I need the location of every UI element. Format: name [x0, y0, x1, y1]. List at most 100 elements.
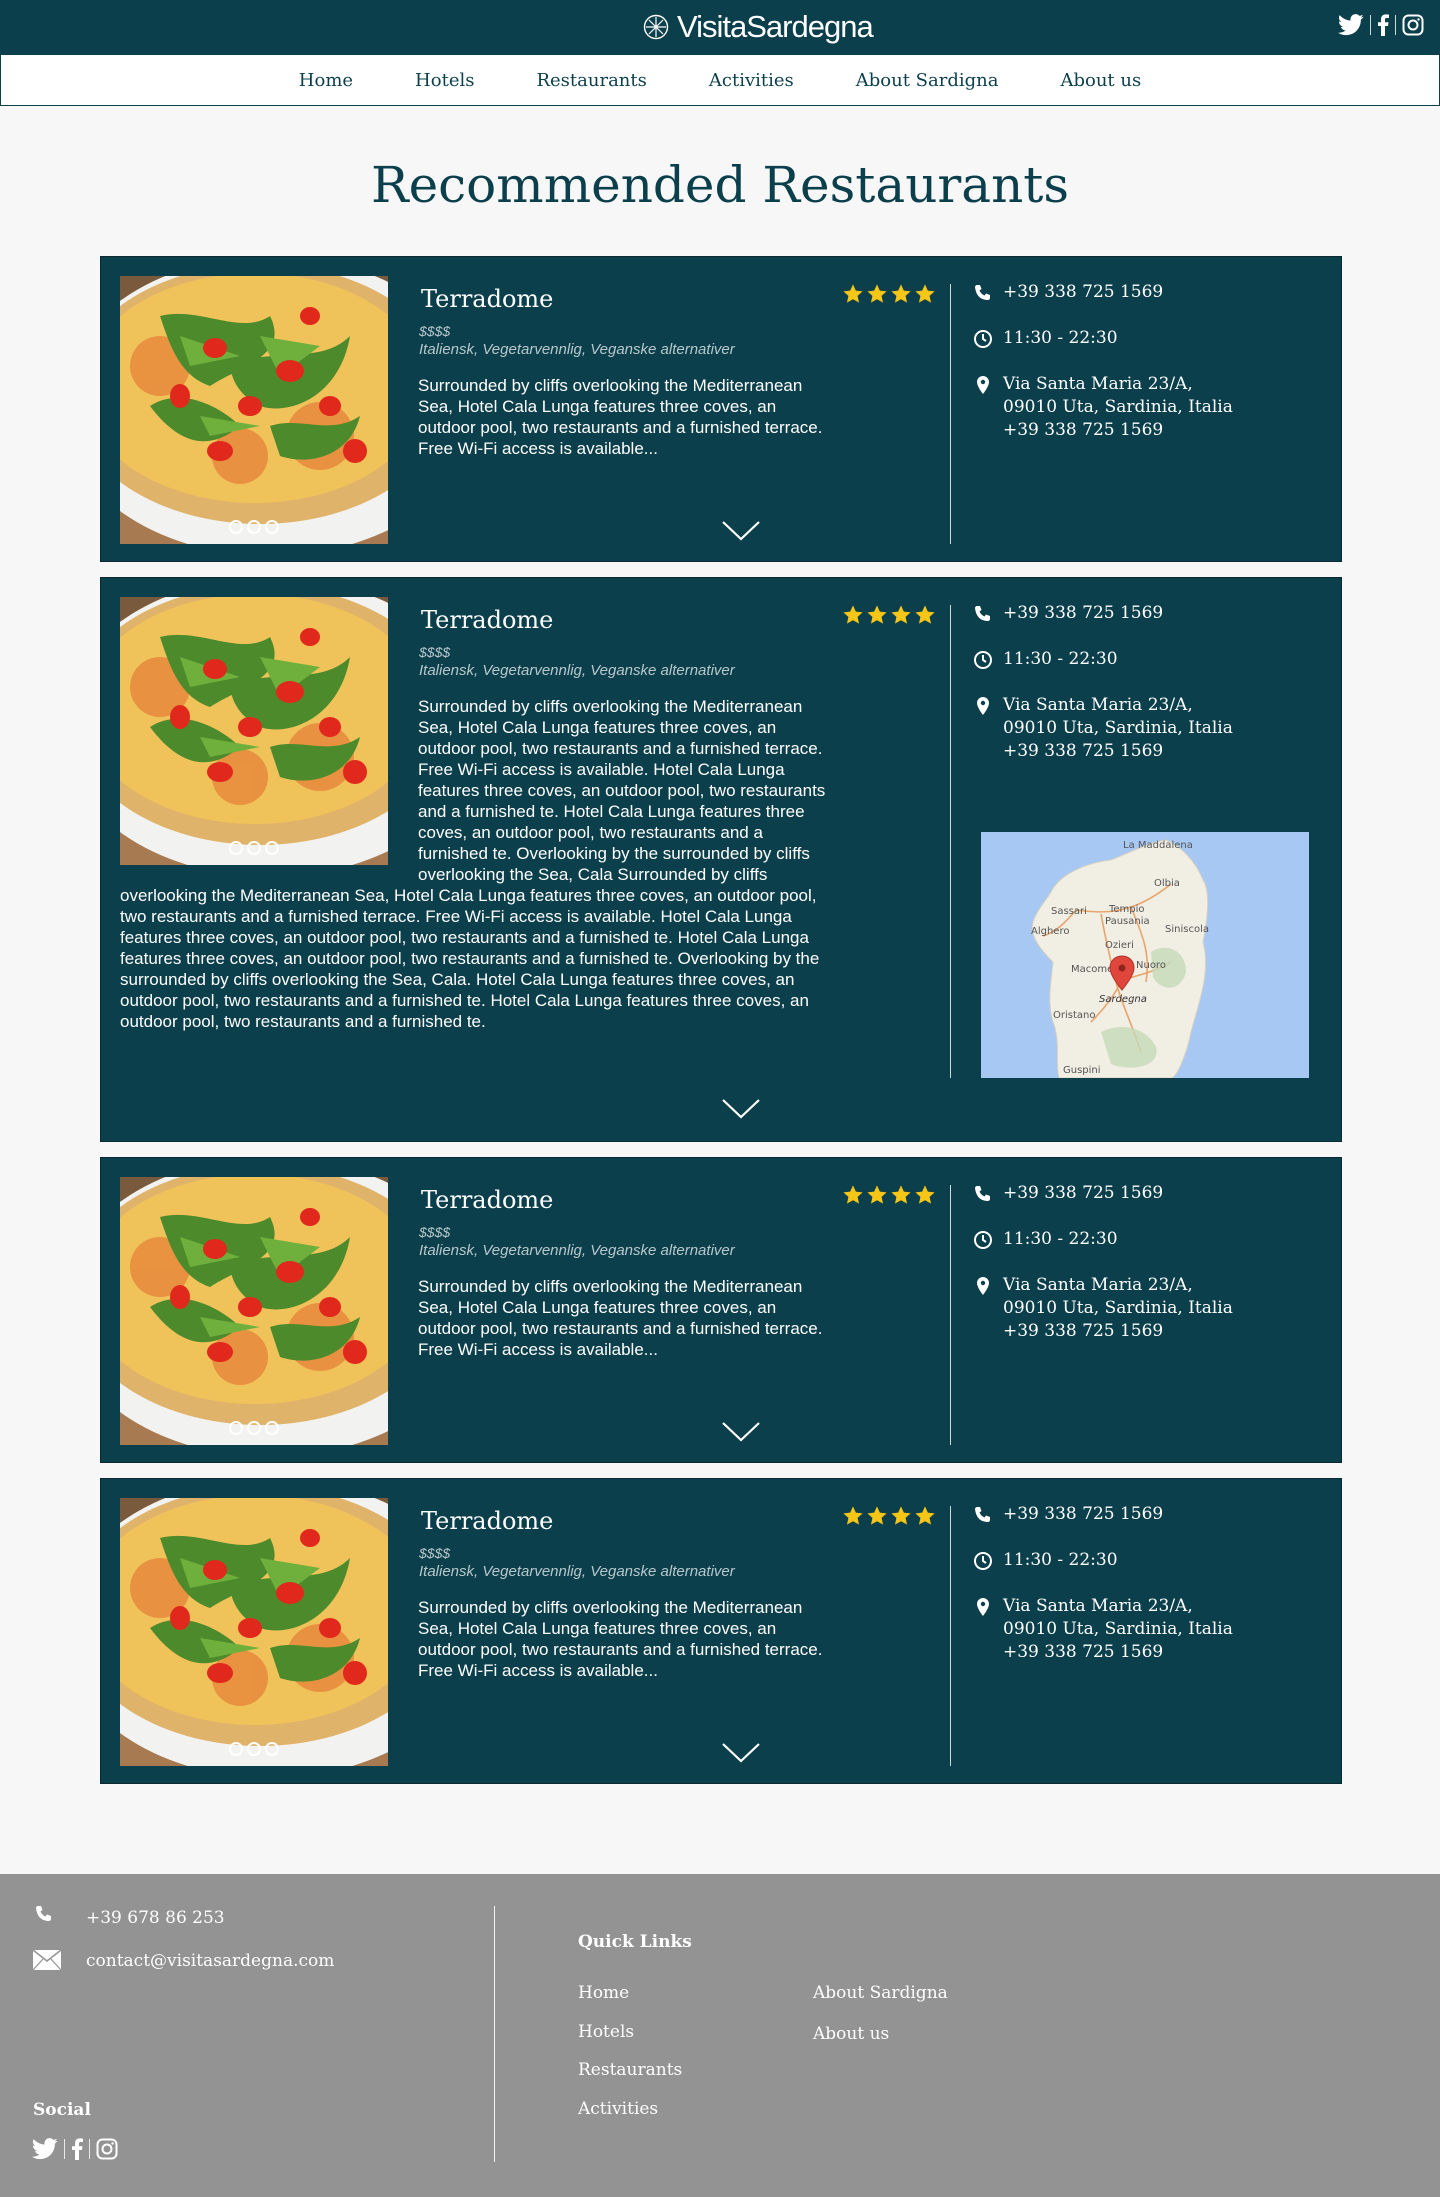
- star-icon: [867, 284, 887, 303]
- address-line-2: 09010 Uta, Sardinia, Italia: [1003, 397, 1233, 417]
- map-pin-icon: [977, 1598, 989, 1616]
- star-icon: [891, 605, 911, 624]
- phone-number[interactable]: +39 338 725 1569: [1003, 602, 1163, 625]
- star-icon: [843, 605, 863, 624]
- restaurant-photo[interactable]: [120, 276, 388, 544]
- expand-chevron-icon[interactable]: [721, 1742, 761, 1764]
- restaurant-photo[interactable]: [120, 1177, 388, 1445]
- carousel-dot[interactable]: [265, 1742, 279, 1756]
- map-label: Siniscola: [1165, 924, 1209, 935]
- carousel-dot[interactable]: [247, 520, 261, 534]
- pizza-image: [120, 1177, 388, 1445]
- carousel-dots: [120, 520, 388, 534]
- restaurant-name[interactable]: Terradome: [421, 1186, 553, 1214]
- instagram-icon[interactable]: [1402, 14, 1424, 36]
- carousel-dot[interactable]: [229, 1742, 243, 1756]
- facebook-icon[interactable]: [1377, 14, 1389, 36]
- address-line-1: Via Santa Maria 23/A,: [1003, 1596, 1193, 1616]
- footer-link-activities[interactable]: Activities: [578, 2099, 658, 2119]
- address-line-1: Via Santa Maria 23/A,: [1003, 695, 1193, 715]
- phone-icon: [975, 1507, 990, 1522]
- address-line-2: 09010 Uta, Sardinia, Italia: [1003, 1619, 1233, 1639]
- footer-phone[interactable]: +39 678 86 253: [86, 1908, 225, 1928]
- carousel-dot[interactable]: [247, 1742, 261, 1756]
- nav-about-sardigna[interactable]: About Sardigna: [856, 70, 999, 91]
- restaurant-card: Terradome $$$$ Italiensk, Vegetarvennlig…: [100, 1478, 1342, 1784]
- address-line-1: Via Santa Maria 23/A,: [1003, 1275, 1193, 1295]
- phone-number[interactable]: +39 338 725 1569: [1003, 1182, 1163, 1205]
- price-level: $$$$: [419, 1545, 451, 1561]
- map-pin-icon: [977, 697, 989, 715]
- map-label: Sassari: [1051, 906, 1087, 917]
- divider: [950, 605, 951, 1078]
- location-map[interactable]: La Maddalena Olbia Sassari Tempio Pausan…: [981, 832, 1309, 1078]
- divider: [950, 284, 951, 544]
- clock-icon: [974, 1231, 992, 1249]
- instagram-icon[interactable]: [96, 2138, 118, 2160]
- site-logo[interactable]: VisitaSardegna: [643, 8, 874, 46]
- phone-number[interactable]: +39 338 725 1569: [1003, 281, 1163, 304]
- star-icon: [867, 1506, 887, 1525]
- footer-link-about-sardigna[interactable]: About Sardigna: [813, 1983, 948, 2003]
- social-separator: [64, 2139, 65, 2159]
- star-icon: [891, 1185, 911, 1204]
- footer-link-home[interactable]: Home: [578, 1983, 629, 2003]
- footer-email[interactable]: contact@visitasardegna.com: [86, 1951, 334, 1971]
- facebook-icon[interactable]: [71, 2138, 83, 2160]
- map-label: Nuoro: [1136, 960, 1166, 971]
- star-rating: [842, 1184, 936, 1206]
- divider: [950, 1506, 951, 1766]
- expand-chevron-icon[interactable]: [721, 1421, 761, 1443]
- expand-chevron-icon[interactable]: [721, 520, 761, 542]
- star-icon: [891, 1506, 911, 1525]
- map-label: Guspini: [1063, 1065, 1101, 1076]
- phone-number[interactable]: +39 338 725 1569: [1003, 1503, 1163, 1526]
- restaurant-card: Terradome $$$$ Italiensk, Vegetarvennlig…: [100, 1157, 1342, 1463]
- footer-link-restaurants[interactable]: Restaurants: [578, 2060, 682, 2080]
- carousel-dot[interactable]: [265, 1421, 279, 1435]
- carousel-dots: [120, 1421, 388, 1435]
- address-line-2: 09010 Uta, Sardinia, Italia: [1003, 1298, 1233, 1318]
- star-icon: [843, 284, 863, 303]
- restaurant-card-expanded: Terradome $$$$ Italiensk, Vegetarvennlig…: [100, 577, 1342, 1142]
- star-rating: [842, 604, 936, 626]
- phone-icon: [975, 285, 990, 300]
- star-icon: [915, 1506, 935, 1525]
- carousel-dot[interactable]: [229, 1421, 243, 1435]
- restaurant-name[interactable]: Terradome: [421, 606, 553, 634]
- carousel-dot[interactable]: [265, 520, 279, 534]
- star-icon: [867, 1185, 887, 1204]
- nav-hotels[interactable]: Hotels: [415, 70, 474, 91]
- carousel-dot[interactable]: [247, 1421, 261, 1435]
- pizza-image: [120, 1498, 388, 1766]
- sardinia-map-image: La Maddalena Olbia Sassari Tempio Pausan…: [981, 832, 1309, 1078]
- twitter-icon[interactable]: [1338, 14, 1364, 36]
- map-label: La Maddalena: [1123, 840, 1193, 851]
- phone-icon: [975, 606, 990, 621]
- twitter-icon[interactable]: [32, 2138, 58, 2160]
- footer-link-about-us[interactable]: About us: [813, 2024, 889, 2044]
- footer-link-hotels[interactable]: Hotels: [578, 2022, 634, 2042]
- opening-hours: 11:30 - 22:30: [1003, 328, 1118, 348]
- nav-activities[interactable]: Activities: [709, 70, 794, 91]
- clock-icon: [974, 330, 992, 348]
- carousel-dot[interactable]: [229, 520, 243, 534]
- star-rating: [842, 283, 936, 305]
- map-pin-icon: [977, 1277, 989, 1295]
- nav-restaurants[interactable]: Restaurants: [536, 70, 646, 91]
- star-icon: [843, 1185, 863, 1204]
- nav-home[interactable]: Home: [299, 70, 353, 91]
- main-nav: Home Hotels Restaurants Activities About…: [0, 54, 1440, 106]
- restaurant-name[interactable]: Terradome: [421, 285, 553, 313]
- restaurant-photo[interactable]: [120, 1498, 388, 1766]
- pizza-image: [120, 276, 388, 544]
- social-heading: Social: [33, 2100, 91, 2120]
- restaurant-description: Surrounded by cliffs overlooking the Med…: [418, 376, 823, 458]
- collapse-chevron-icon[interactable]: [721, 1098, 761, 1120]
- restaurant-name[interactable]: Terradome: [421, 1507, 553, 1535]
- nav-about-us[interactable]: About us: [1060, 70, 1141, 91]
- email-icon: [33, 1950, 61, 1970]
- map-pin-icon: [977, 376, 989, 394]
- restaurant-description: Surrounded by cliffs overlooking the Med…: [418, 1598, 823, 1680]
- opening-hours: 11:30 - 22:30: [1003, 1229, 1118, 1249]
